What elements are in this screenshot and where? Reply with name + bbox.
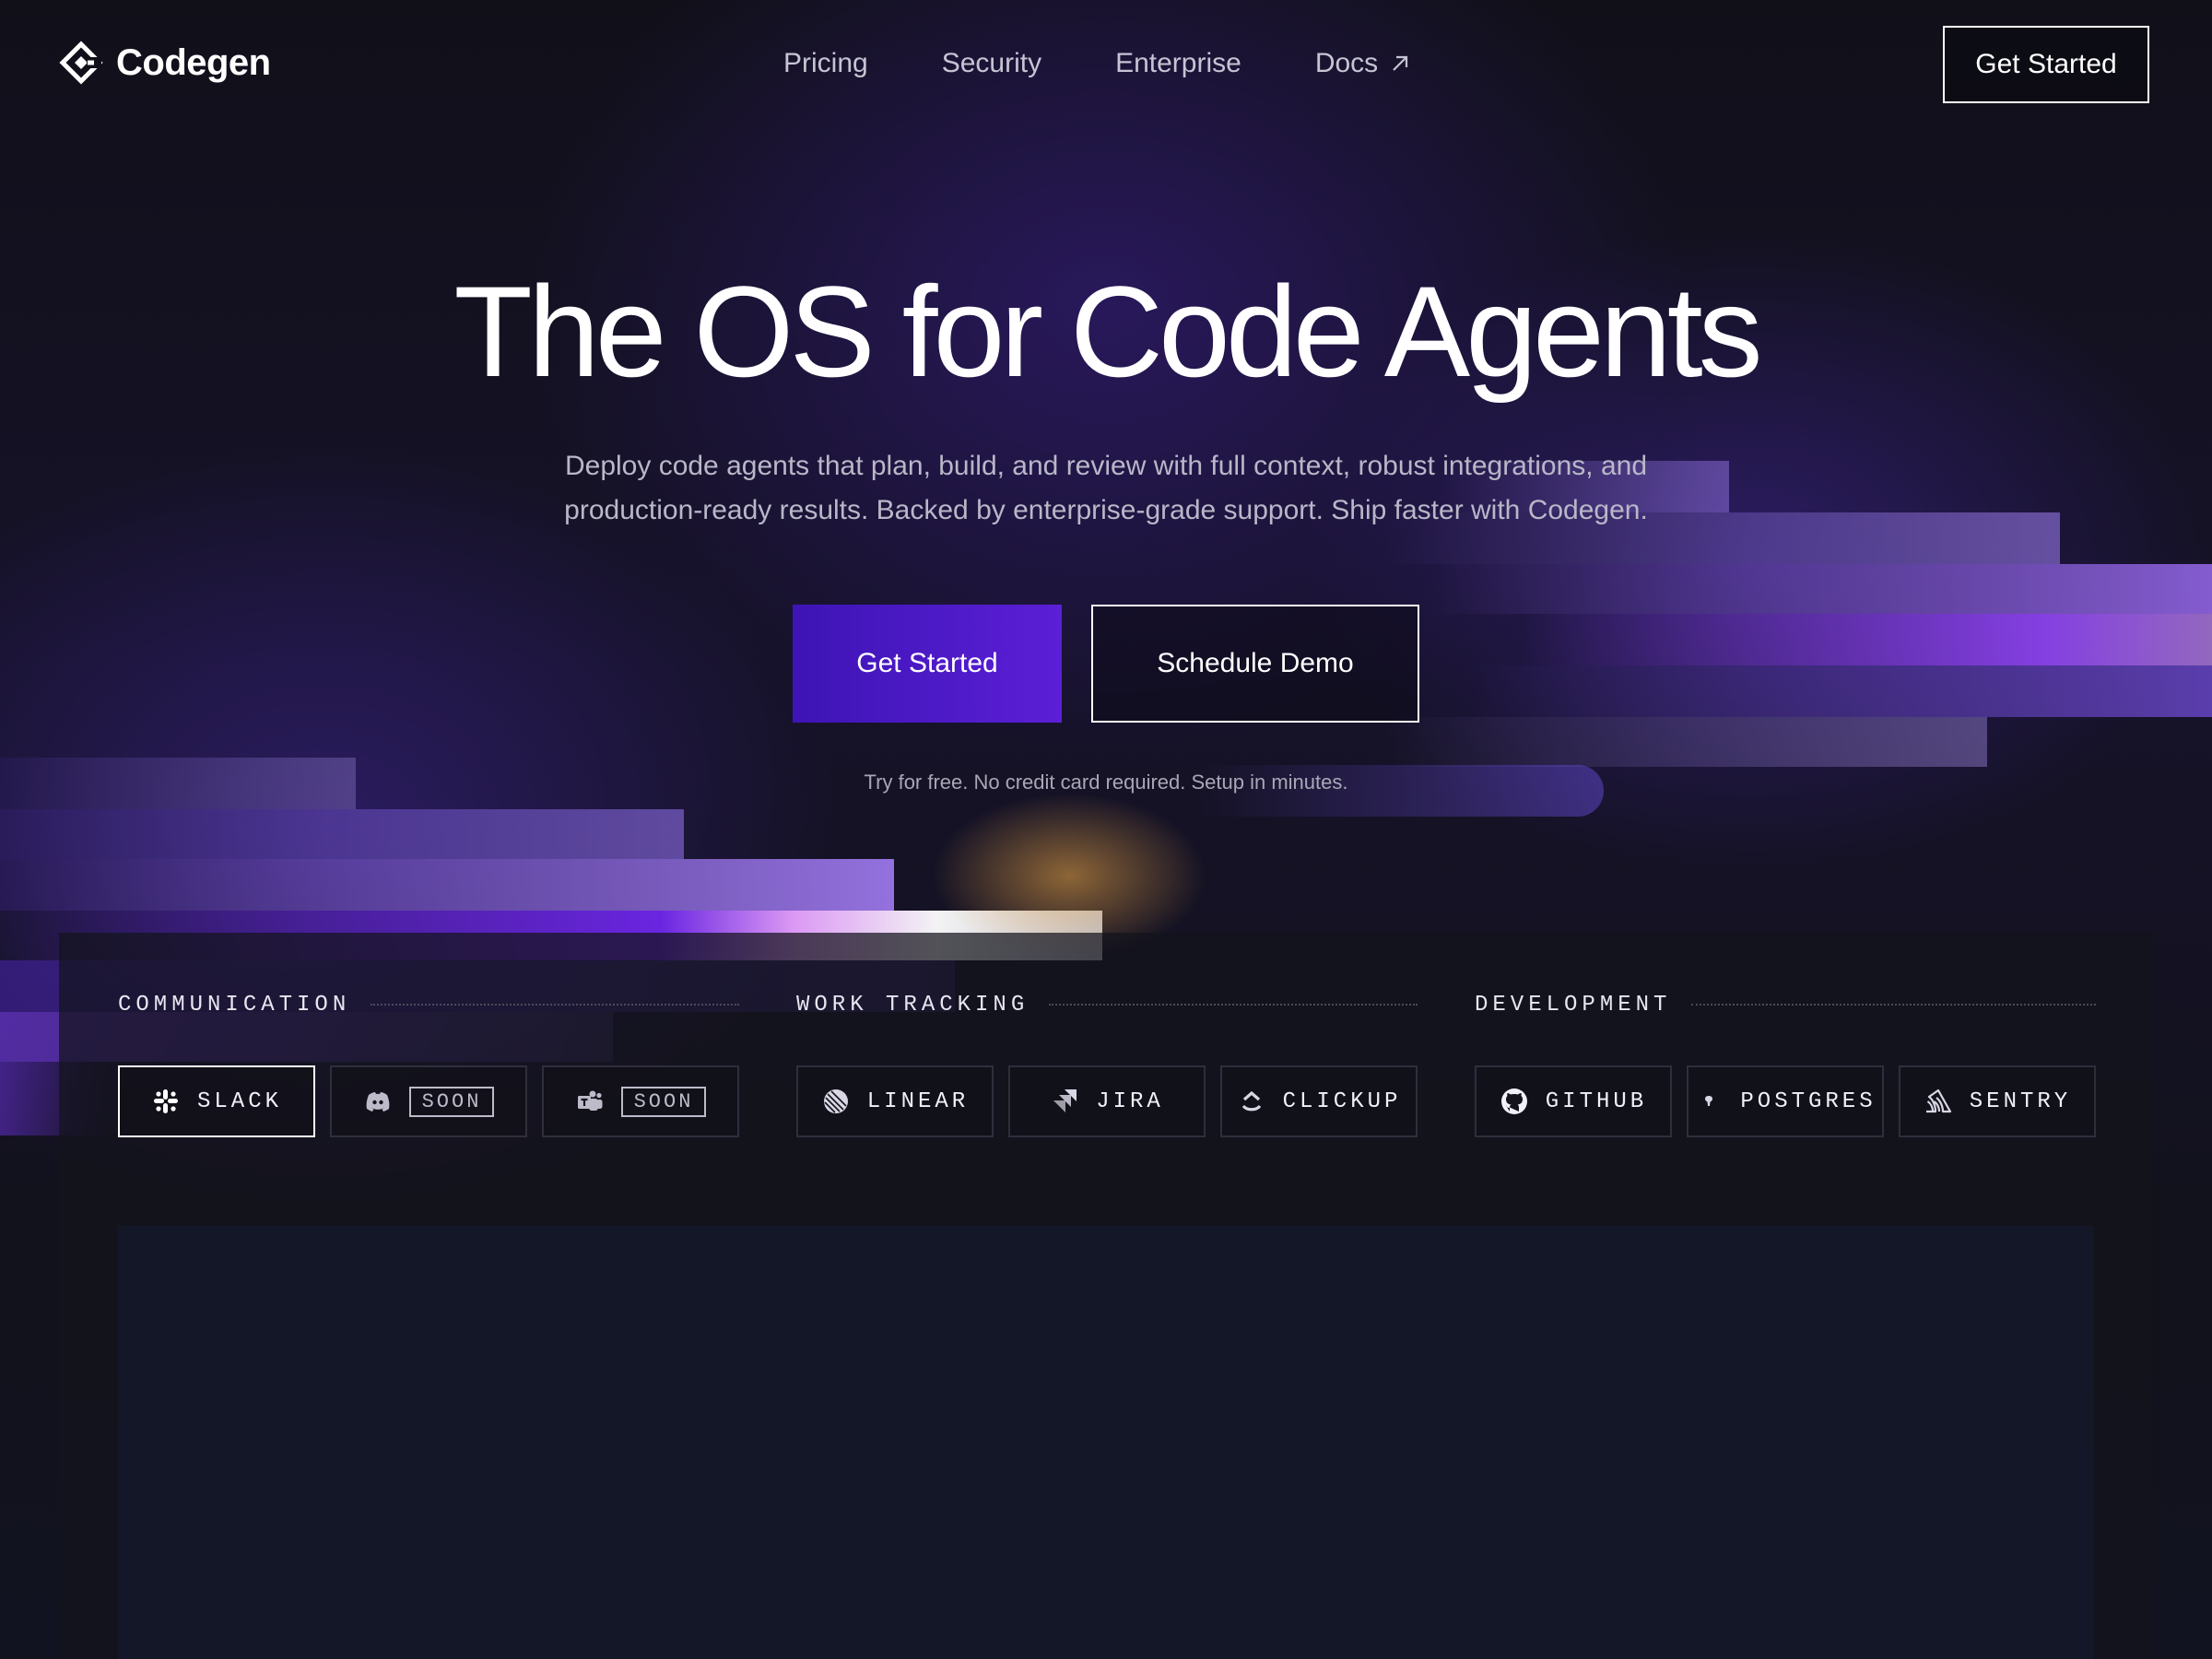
github-icon bbox=[1500, 1087, 1529, 1116]
group-header: COMMUNICATION bbox=[118, 984, 739, 1025]
integration-linear[interactable]: LINEAR bbox=[796, 1065, 994, 1137]
schedule-demo-button[interactable]: Schedule Demo bbox=[1091, 605, 1419, 723]
group-development: DEVELOPMENT GITHUB POSTGRES SENTRY bbox=[1475, 984, 2096, 1137]
integration-slack[interactable]: SLACK bbox=[118, 1065, 315, 1137]
clickup-icon bbox=[1237, 1087, 1266, 1116]
hero-subtitle: Deploy code agents that plan, build, and… bbox=[564, 451, 1648, 525]
integration-label: SLACK bbox=[196, 1088, 282, 1114]
integration-label: SENTRY bbox=[1969, 1088, 2072, 1114]
group-work-tracking: WORK TRACKING LINEAR JIRA CLICKUP bbox=[796, 984, 1418, 1137]
nav-security-label: Security bbox=[941, 48, 1042, 78]
integration-label: GITHUB bbox=[1545, 1088, 1648, 1114]
group-title: WORK TRACKING bbox=[796, 992, 1030, 1018]
soon-badge: SOON bbox=[620, 1086, 707, 1117]
teams-icon bbox=[575, 1087, 605, 1116]
brand-name: Codegen bbox=[116, 41, 271, 83]
integration-label: POSTGRES bbox=[1740, 1088, 1877, 1114]
group-title: COMMUNICATION bbox=[118, 992, 351, 1018]
integration-postgres[interactable]: POSTGRES bbox=[1687, 1065, 1884, 1137]
nav-pricing[interactable]: Pricing bbox=[783, 48, 868, 79]
hero-title: The OS for Code Agents bbox=[453, 259, 1762, 404]
group-title: DEVELOPMENT bbox=[1475, 992, 1672, 1018]
integration-jira[interactable]: JIRA bbox=[1008, 1065, 1206, 1137]
sentry-icon bbox=[1924, 1087, 1953, 1116]
arrow-up-right-icon bbox=[1393, 55, 1408, 71]
brand-logo[interactable]: Codegen bbox=[59, 41, 271, 85]
get-started-button[interactable]: Get Started bbox=[793, 605, 1062, 723]
nav-pricing-label: Pricing bbox=[783, 48, 868, 78]
integration-label: CLICKUP bbox=[1282, 1088, 1402, 1114]
light-streak bbox=[1382, 717, 1987, 767]
integration-label: JIRA bbox=[1096, 1088, 1164, 1114]
light-streak bbox=[0, 859, 894, 911]
soon-badge: SOON bbox=[408, 1086, 495, 1117]
postgres-icon bbox=[1694, 1087, 1724, 1116]
group-header: WORK TRACKING bbox=[796, 984, 1418, 1025]
divider bbox=[1691, 1004, 2096, 1006]
light-streak bbox=[1429, 564, 2212, 614]
integration-teams[interactable]: SOON bbox=[542, 1065, 739, 1137]
light-streak bbox=[1475, 665, 2212, 717]
integration-github[interactable]: GITHUB bbox=[1475, 1065, 1672, 1137]
light-streak bbox=[0, 809, 684, 859]
divider bbox=[1049, 1004, 1418, 1006]
main-nav: Pricing Security Enterprise Docs bbox=[783, 48, 1411, 79]
integration-discord[interactable]: SOON bbox=[330, 1065, 527, 1137]
nav-docs[interactable]: Docs bbox=[1315, 48, 1411, 79]
nav-enterprise[interactable]: Enterprise bbox=[1115, 48, 1241, 79]
linear-icon bbox=[821, 1087, 851, 1116]
integration-clickup[interactable]: CLICKUP bbox=[1220, 1065, 1418, 1137]
discord-icon bbox=[363, 1087, 393, 1116]
header-get-started-button[interactable]: Get Started bbox=[1943, 26, 2149, 103]
integration-tiles: SLACK SOON SOON bbox=[118, 1065, 739, 1137]
group-header: DEVELOPMENT bbox=[1475, 984, 2096, 1025]
nav-enterprise-label: Enterprise bbox=[1115, 48, 1241, 78]
integration-tiles: GITHUB POSTGRES SENTRY bbox=[1475, 1065, 2096, 1137]
nav-security[interactable]: Security bbox=[942, 48, 1041, 79]
group-communication: COMMUNICATION SLACK SOON SOON bbox=[118, 984, 739, 1137]
integration-label: LINEAR bbox=[866, 1088, 970, 1114]
light-streak bbox=[1521, 614, 2212, 665]
nav-docs-label: Docs bbox=[1314, 48, 1379, 78]
fine-print: Try for free. No credit card required. S… bbox=[864, 771, 1348, 794]
integration-tiles: LINEAR JIRA CLICKUP bbox=[796, 1065, 1418, 1137]
codegen-logo-icon bbox=[59, 41, 103, 85]
jira-icon bbox=[1050, 1087, 1079, 1116]
integration-sentry[interactable]: SENTRY bbox=[1899, 1065, 2096, 1137]
integrations-preview-area bbox=[118, 1226, 2094, 1659]
slack-icon bbox=[151, 1087, 181, 1116]
divider bbox=[371, 1004, 739, 1006]
